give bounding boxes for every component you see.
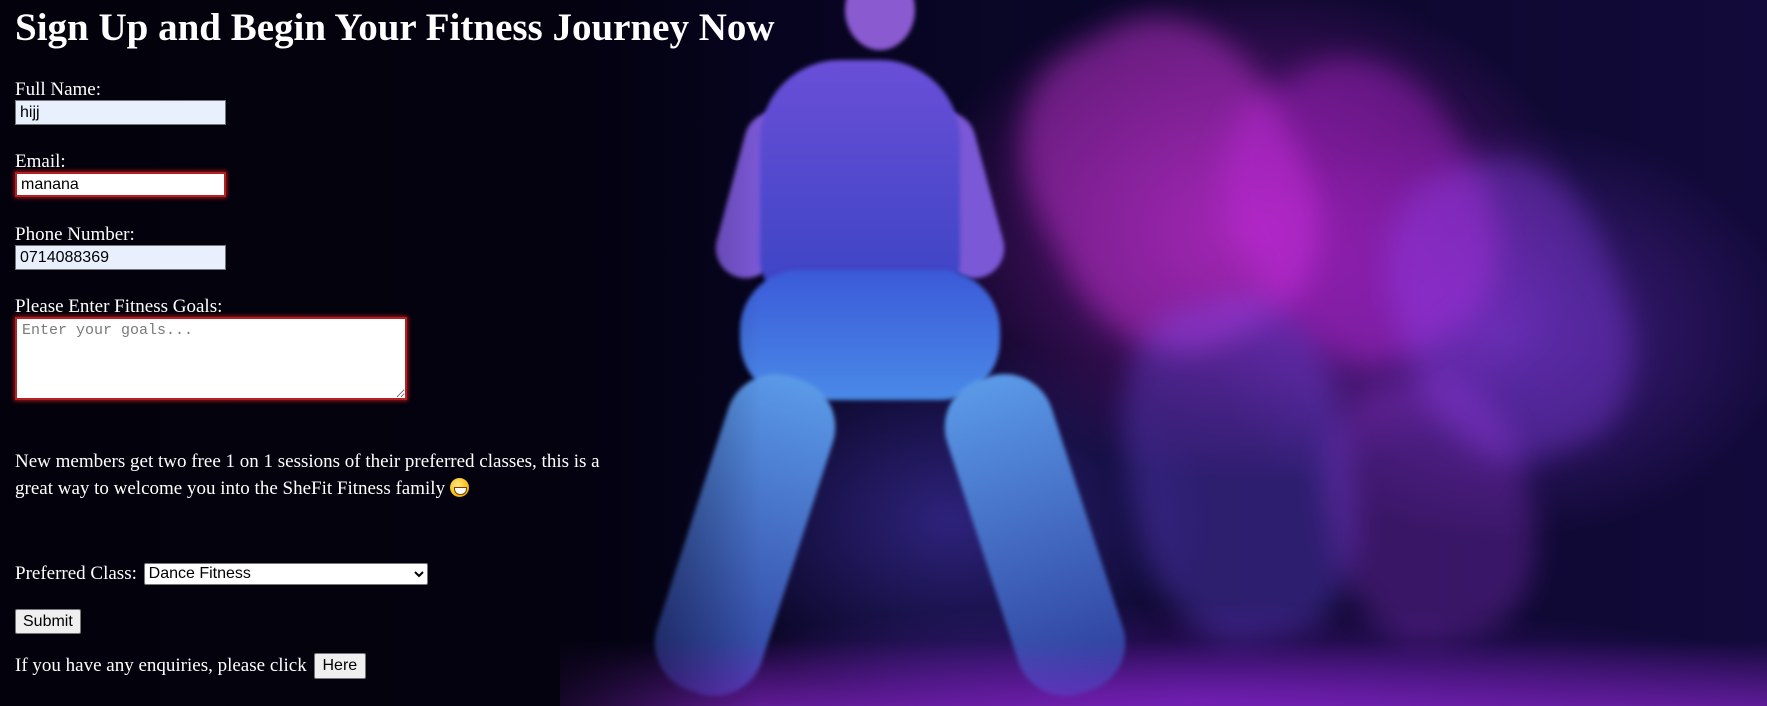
promo-text: New members get two free 1 on 1 sessions… — [15, 448, 615, 502]
page-title: Sign Up and Begin Your Fitness Journey N… — [15, 6, 775, 49]
signup-form: Sign Up and Begin Your Fitness Journey N… — [15, 0, 775, 679]
preferred-class-label: Preferred Class: — [15, 563, 137, 584]
enquiry-line: If you have any enquiries, please click … — [15, 653, 367, 679]
full-name-input[interactable] — [15, 100, 226, 125]
enquiry-text: If you have any enquiries, please click — [15, 655, 307, 676]
email-label: Email: — [15, 151, 66, 172]
grinning-face-icon — [449, 478, 469, 497]
full-name-group: Full Name: — [15, 79, 226, 125]
preferred-class-select[interactable]: Dance Fitness — [143, 562, 428, 585]
goals-textarea[interactable] — [15, 317, 407, 400]
phone-input[interactable] — [15, 245, 226, 270]
submit-button[interactable]: Submit — [15, 609, 81, 634]
email-input[interactable] — [15, 172, 226, 197]
goals-label: Please Enter Fitness Goals: — [15, 296, 223, 317]
full-name-label: Full Name: — [15, 79, 102, 100]
phone-group: Phone Number: — [15, 224, 226, 270]
enquiry-here-button[interactable]: Here — [313, 653, 367, 679]
goals-group: Please Enter Fitness Goals: — [15, 296, 407, 400]
preferred-class-group: Preferred Class: Dance Fitness — [15, 562, 428, 585]
promo-message: New members get two free 1 on 1 sessions… — [15, 451, 600, 499]
email-group: Email: — [15, 151, 226, 197]
phone-label: Phone Number: — [15, 224, 135, 245]
